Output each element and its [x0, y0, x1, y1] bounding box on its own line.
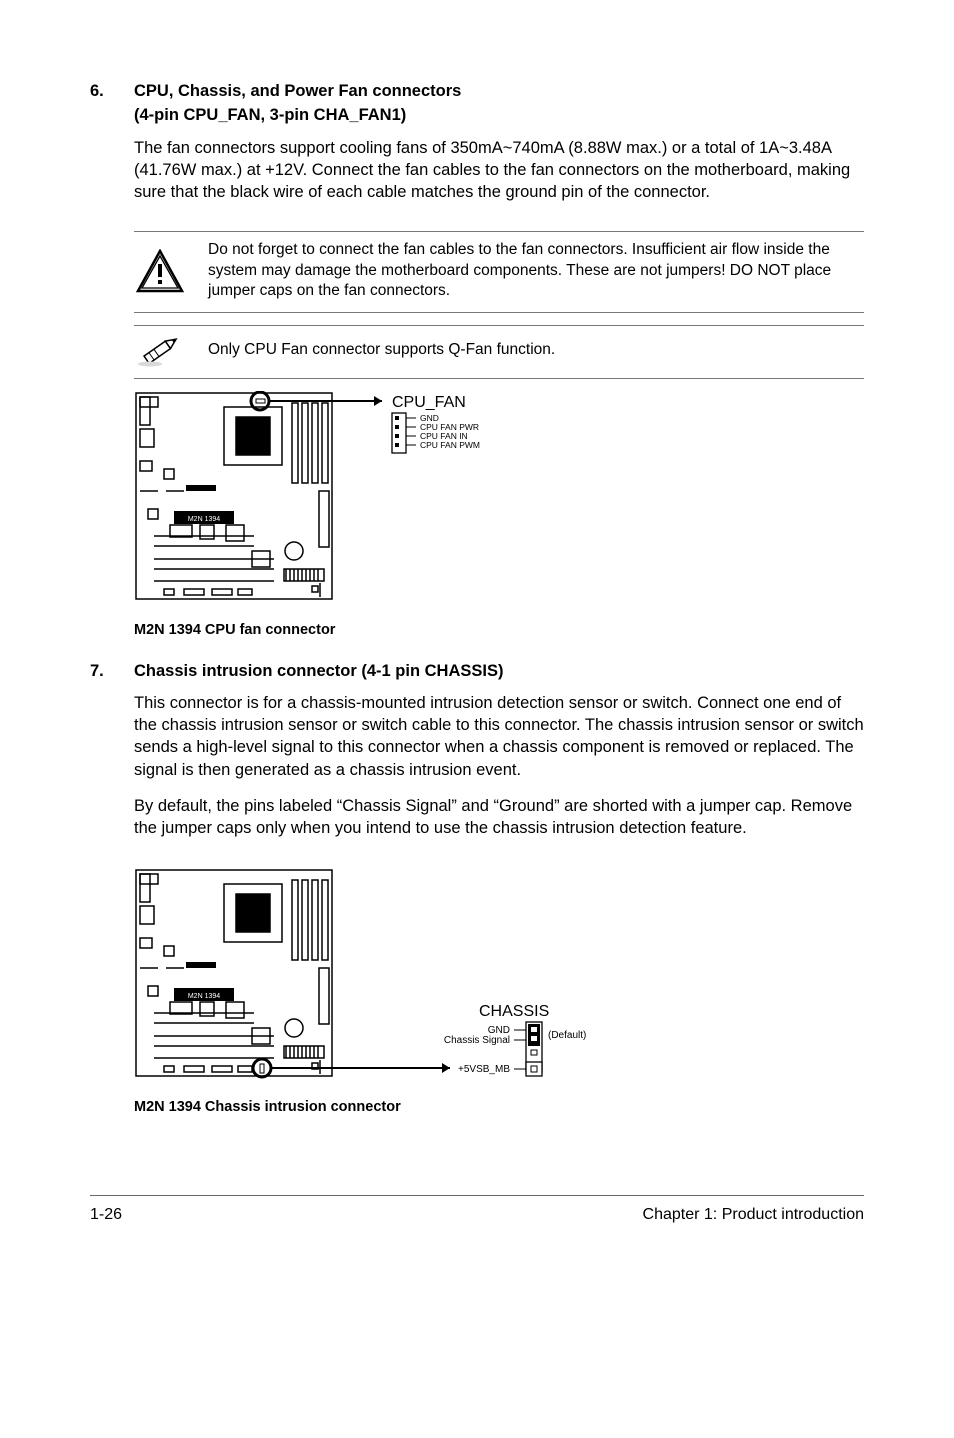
diagram1-connector-label: CPU_FAN — [392, 394, 466, 411]
warning-callout: Do not forget to connect the fan cables … — [134, 231, 864, 312]
warning-text: Do not forget to connect the fan cables … — [208, 240, 864, 301]
section6-number: 6. — [90, 80, 134, 102]
section6-subtitle: (4-pin CPU_FAN, 3-pin CHA_FAN1) — [134, 104, 864, 126]
diagram2-default-label: (Default) — [548, 1030, 586, 1041]
section6-title: CPU, Chassis, and Power Fan connectors — [134, 80, 864, 102]
diagram2-connector-label: CHASSIS — [479, 1003, 549, 1020]
diagram-cpu-fan: M2N 1394 CPU_FAN GND — [134, 391, 864, 638]
note-callout: Only CPU Fan connector supports Q-Fan fu… — [134, 325, 864, 379]
section7-body2: By default, the pins labeled “Chassis Si… — [134, 795, 864, 840]
section7-number: 7. — [90, 660, 134, 682]
section6-body: The fan connectors support cooling fans … — [134, 137, 864, 204]
diagram2-pin-signal: Chassis Signal — [444, 1035, 510, 1046]
pencil-note-icon — [134, 334, 208, 368]
diagram2-caption: M2N 1394 Chassis intrusion connector — [134, 1099, 864, 1115]
diagram1-pin-pwm: CPU FAN PWM — [420, 440, 480, 450]
diagram2-board-label: M2N 1394 — [188, 993, 220, 1000]
diagram1-caption: M2N 1394 CPU fan connector — [134, 622, 864, 638]
diagram1-board-label: M2N 1394 — [188, 516, 220, 523]
footer-chapter-title: Chapter 1: Product introduction — [643, 1206, 864, 1224]
footer-page-number: 1-26 — [90, 1206, 122, 1224]
section7-body1: This connector is for a chassis-mounted … — [134, 692, 864, 781]
diagram-chassis: M2N 1394 CHASSIS — [134, 868, 864, 1115]
warning-triangle-icon — [134, 249, 208, 293]
section7-title: Chassis intrusion connector (4-1 pin CHA… — [134, 660, 864, 682]
note-text: Only CPU Fan connector supports Q-Fan fu… — [208, 340, 864, 360]
diagram2-pin-5vsb: +5VSB_MB — [458, 1064, 510, 1075]
